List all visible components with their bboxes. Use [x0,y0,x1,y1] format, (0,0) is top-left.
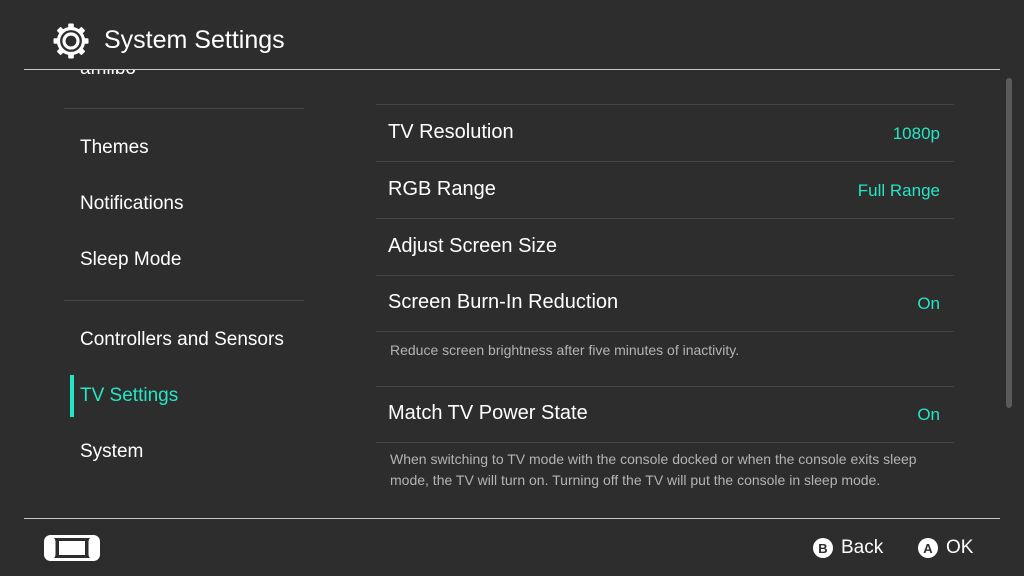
burn-in-reduction-value: On [917,294,940,313]
b-button-icon: B [813,538,833,558]
ok-button-label: OK [946,537,974,558]
burn-in-reduction-label: Screen Burn-In Reduction [388,291,619,313]
sidebar-item-notifications[interactable]: Notifications [80,193,184,215]
scrollbar[interactable] [1006,78,1012,408]
match-tv-power-state-value: On [917,405,940,424]
rgb-range-value: Full Range [857,181,940,200]
footer: B Back A OK [0,519,1024,576]
tv-resolution-value: 1080p [892,124,940,143]
page-title: System Settings [104,26,285,54]
handheld-console-icon [44,535,100,561]
back-button-label: Back [841,537,884,558]
sidebar-item-sleep-mode[interactable]: Sleep Mode [80,249,181,271]
match-tv-power-state-label: Match TV Power State [388,402,588,424]
header: System Settings [0,0,1024,70]
sidebar-item-tv-settings[interactable]: TV Settings [80,385,178,407]
sidebar-item-controllers-and-sensors[interactable]: Controllers and Sensors [80,329,284,351]
match-tv-power-state-row[interactable]: Match TV Power State On [376,386,954,443]
sidebar: amiibo Themes Notifications Sleep Mode C… [0,70,328,518]
gear-icon [53,23,89,59]
a-button-icon: A [918,538,938,558]
sidebar-item-system[interactable]: System [80,441,143,463]
burn-in-reduction-row[interactable]: Screen Burn-In Reduction On [376,275,954,332]
sidebar-item-themes[interactable]: Themes [80,137,149,159]
sidebar-item-amiibo[interactable]: amiibo [80,70,136,80]
settings-panel: TV Resolution 1080p RGB Range Full Range… [376,70,956,518]
sidebar-active-indicator [70,375,74,417]
burn-in-reduction-description: Reduce screen brightness after five minu… [390,342,740,358]
match-tv-power-state-description: When switching to TV mode with the conso… [390,451,917,488]
rgb-range-label: RGB Range [388,178,496,200]
adjust-screen-size-row[interactable]: Adjust Screen Size [376,219,954,276]
adjust-screen-size-label: Adjust Screen Size [388,235,557,257]
tv-resolution-row[interactable]: TV Resolution 1080p [376,105,954,162]
ok-button[interactable]: A OK [918,534,973,562]
tv-resolution-label: TV Resolution [388,121,514,143]
rgb-range-row[interactable]: RGB Range Full Range [376,162,954,219]
sidebar-divider [64,300,304,301]
back-button[interactable]: B Back [813,534,883,562]
sidebar-divider [64,108,304,109]
